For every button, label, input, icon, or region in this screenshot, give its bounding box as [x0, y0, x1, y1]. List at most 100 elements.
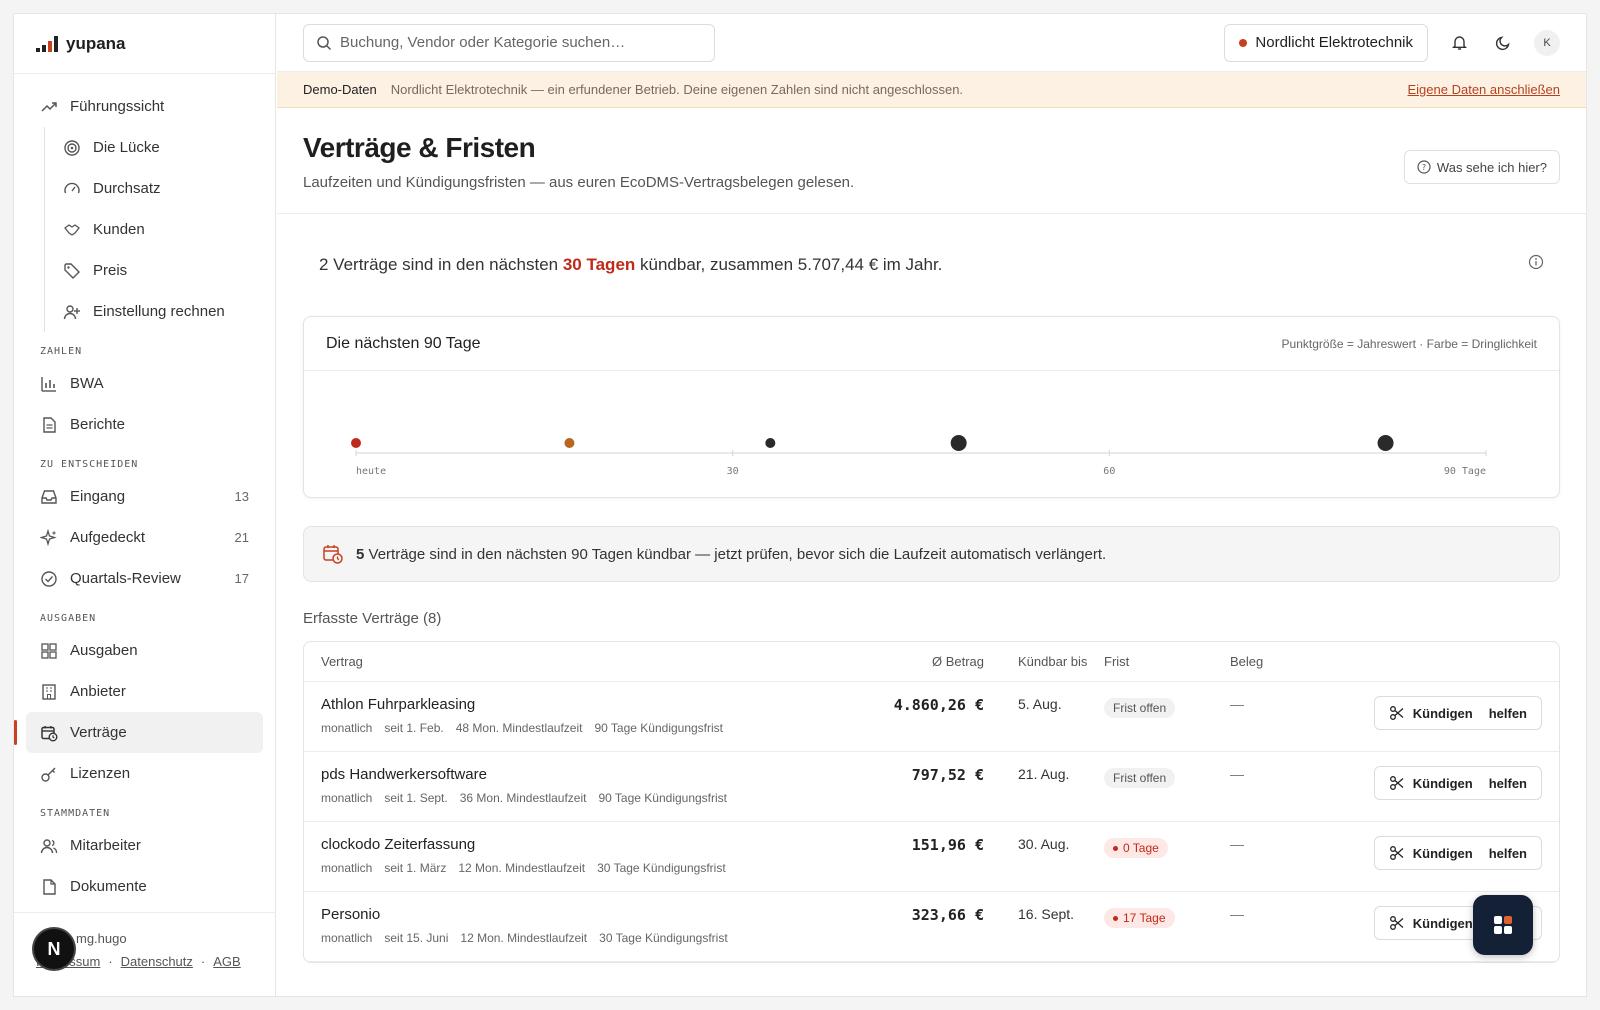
beleg-cell: —: [1230, 906, 1330, 924]
sidebar-item-durchsatz[interactable]: Durchsatz: [45, 168, 275, 209]
sidebar-item-führungssicht[interactable]: Führungssicht: [14, 86, 275, 127]
contract-meta-item: monatlich: [321, 721, 373, 735]
table-row[interactable]: Athlon Fuhrparkleasing monatlich seit 1. F…: [304, 682, 1559, 752]
col-header-kuendbar[interactable]: Kündbar bis: [984, 654, 1104, 669]
connect-data-link[interactable]: Eigene Daten anschließen: [1408, 82, 1561, 97]
bar-chart-icon: [40, 375, 58, 393]
timeline-point[interactable]: [564, 438, 575, 448]
contract-meta-item: seit 1. Feb.: [384, 721, 444, 735]
search-box[interactable]: [303, 23, 715, 62]
footer-user: mg.hugo: [76, 931, 127, 946]
user-plus-icon: [63, 303, 81, 321]
gauge-icon: [63, 180, 81, 198]
sidebar-item-verträge[interactable]: Verträge: [14, 712, 263, 753]
sidebar-item-die-lücke[interactable]: Die Lücke: [45, 127, 275, 168]
table-row[interactable]: pds Handwerkersoftware monatlich seit 1. S…: [304, 752, 1559, 822]
info-icon[interactable]: [1528, 254, 1544, 270]
sidebar-item-count: 13: [234, 489, 249, 504]
renewal-alert: 5 Verträge sind in den nächsten 90 Tagen…: [303, 526, 1560, 582]
date-cell: 16. Sept.: [984, 906, 1104, 924]
sidebar-item-anbieter[interactable]: Anbieter: [14, 671, 275, 712]
timeline-point[interactable]: [351, 438, 361, 448]
summary-prefix: 2 Verträge sind in den nächsten: [319, 255, 563, 274]
company-switcher[interactable]: Nordlicht Elektrotechnik: [1224, 23, 1428, 62]
avatar[interactable]: K: [1534, 29, 1560, 56]
sidebar-item-label: Verträge: [70, 724, 127, 741]
contract-amount: 151,96 €: [911, 836, 984, 854]
col-header-frist[interactable]: Frist: [1104, 654, 1230, 669]
timeline-tick-label: 60: [1103, 466, 1115, 477]
contract-name: pds Handwerkersoftware: [321, 766, 487, 783]
page-subtitle: Laufzeiten und Kündigungsfristen — aus e…: [303, 174, 855, 191]
trend-up-icon: [40, 98, 58, 116]
contract-cell: Personio monatlich seit 15. Juni 12 Mon. Mi…: [304, 906, 874, 945]
cancel-help-button[interactable]: Kündigen helfen: [1373, 766, 1542, 800]
app-grid-button[interactable]: [1473, 895, 1533, 955]
topbar: Nordlicht Elektrotechnik K: [277, 14, 1586, 72]
summary-suffix: kündbar, zusammen 5.707,44 € im Jahr.: [635, 255, 943, 274]
sidebar-item-einstellung-rechnen[interactable]: Einstellung rechnen: [45, 291, 275, 332]
bell-icon[interactable]: [1446, 30, 1472, 56]
search-input[interactable]: [340, 34, 700, 51]
footer-link-datenschutz[interactable]: Datenschutz: [121, 954, 193, 969]
check-circle-icon: [40, 570, 58, 588]
status-badge: Frist offen: [1104, 768, 1176, 788]
n-avatar[interactable]: N: [34, 929, 74, 969]
sidebar-item-ausgaben[interactable]: Ausgaben: [14, 630, 275, 671]
contract-meta-item: seit 15. Juni: [384, 931, 449, 945]
sidebar-nav: Führungssicht Die Lücke Durchsatz Kunden Pre…: [14, 74, 275, 907]
col-header-vertrag[interactable]: Vertrag: [304, 654, 874, 669]
amount-cell: 323,66 €: [874, 906, 984, 925]
cancel-button-label-2: helfen: [1488, 775, 1527, 791]
sidebar-item-quartals-review[interactable]: Quartals-Review 17: [14, 558, 275, 599]
brand-logo-icon: [36, 35, 58, 52]
contract-name: Athlon Fuhrparkleasing: [321, 696, 476, 713]
scissors-icon: [1389, 776, 1404, 790]
tag-icon: [63, 262, 81, 280]
date-cell: 5. Aug.: [984, 696, 1104, 714]
sidebar-item-bwa[interactable]: BWA: [14, 363, 275, 404]
scissors-icon: [1389, 706, 1404, 720]
sidebar-item-lizenzen[interactable]: Lizenzen: [14, 753, 275, 794]
sidebar-item-preis[interactable]: Preis: [45, 250, 275, 291]
col-header-beleg[interactable]: Beleg: [1230, 654, 1330, 669]
cancel-by-date: 16. Sept.: [1018, 906, 1075, 922]
contract-meta: monatlich seit 1. Feb. 48 Mon. Mindestlauf…: [321, 721, 874, 735]
cancel-button-label: Kündigen: [1412, 705, 1473, 721]
contract-meta-item: seit 1. Sept.: [384, 791, 448, 805]
timeline-point[interactable]: [950, 435, 967, 451]
sidebar-item-eingang[interactable]: Eingang 13: [14, 476, 275, 517]
sparkles-icon: [40, 528, 58, 547]
col-header-betrag[interactable]: Ø Betrag: [874, 654, 984, 669]
sidebar-section-heading: STAMMDATEN: [40, 808, 111, 819]
beleg-value: —: [1230, 696, 1244, 712]
footer-link-agb[interactable]: AGB: [213, 954, 240, 969]
frist-cell: 0 Tage: [1104, 836, 1230, 858]
contract-meta-item: monatlich: [321, 861, 373, 875]
table-row[interactable]: Personio monatlich seit 15. Juni 12 Mon. Mi…: [304, 892, 1559, 962]
cancel-button-label: Kündigen: [1412, 915, 1473, 931]
brand[interactable]: yupana: [14, 14, 275, 74]
moon-icon[interactable]: [1490, 30, 1516, 56]
cancel-help-button[interactable]: Kündigen helfen: [1373, 836, 1542, 870]
beleg-cell: —: [1230, 696, 1330, 714]
timeline-point[interactable]: [765, 438, 776, 448]
amount-cell: 797,52 €: [874, 766, 984, 785]
sidebar-footer: mg.hugo Impressum · Datenschutz · AGB N: [14, 912, 275, 996]
sidebar-item-mitarbeiter[interactable]: Mitarbeiter: [14, 825, 275, 866]
brand-name: yupana: [66, 33, 126, 53]
table-row[interactable]: clockodo Zeiterfassung monatlich seit 1. M…: [304, 822, 1559, 892]
sidebar-subnav: Die Lücke Durchsatz Kunden Preis Einstellung…: [44, 127, 275, 332]
sidebar-item-aufgedeckt[interactable]: Aufgedeckt 21: [14, 517, 275, 558]
calendar-clock-icon: [323, 545, 343, 564]
sidebar-item-dokumente[interactable]: Dokumente: [14, 866, 275, 907]
sidebar-item-berichte[interactable]: Berichte: [14, 404, 275, 445]
status-badge: 17 Tage: [1104, 908, 1175, 928]
alert-message: Verträge sind in den nächsten 90 Tagen k…: [364, 545, 1107, 563]
help-button[interactable]: ? Was sehe ich hier?: [1403, 150, 1560, 184]
sidebar-item-label: Aufgedeckt: [70, 529, 146, 546]
cancel-help-button[interactable]: Kündigen helfen: [1373, 696, 1542, 730]
contract-amount: 4.860,26 €: [893, 696, 984, 714]
timeline-point[interactable]: [1377, 435, 1394, 451]
sidebar-item-kunden[interactable]: Kunden: [45, 209, 275, 250]
